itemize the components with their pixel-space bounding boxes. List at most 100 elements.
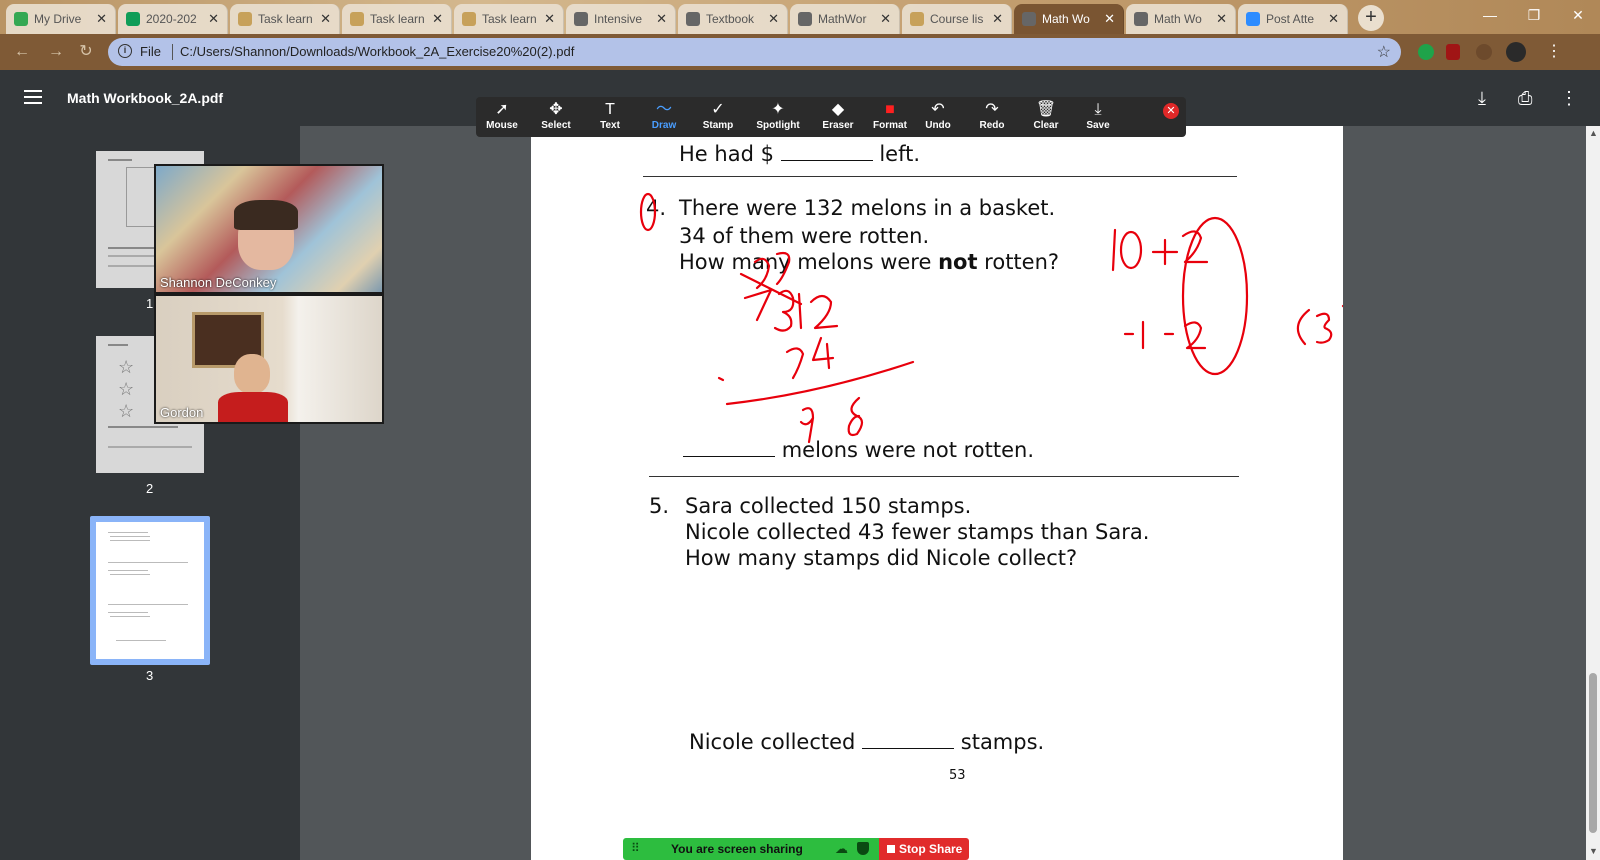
- thumbnail-page-3[interactable]: [96, 522, 204, 659]
- ink-annotations-layer: [639, 192, 1343, 444]
- thumbnail-number: 1: [146, 296, 154, 311]
- annotation-tool-select[interactable]: ✥ Select: [530, 100, 582, 131]
- bookmark-star-icon[interactable]: ☆: [1377, 42, 1391, 62]
- tab-label: MathWor: [818, 12, 867, 26]
- ink-underline: [725, 360, 915, 406]
- draw-icon: 〜: [655, 101, 672, 118]
- select-move-icon: ✥: [549, 101, 563, 118]
- tab-label: Post Atte: [1266, 12, 1315, 26]
- participant-name: Gordon: [160, 405, 204, 420]
- tool-label: Save: [1086, 120, 1110, 131]
- ink-digit: [811, 336, 835, 370]
- globe-icon: [574, 12, 588, 26]
- tab-close-icon[interactable]: ✕: [1104, 11, 1115, 27]
- browser-tab[interactable]: Task learn ✕: [342, 4, 452, 34]
- tab-close-icon[interactable]: ✕: [880, 11, 891, 27]
- eraser-icon: ◆: [831, 101, 845, 118]
- save-download-icon: ⤓: [1094, 101, 1102, 118]
- profile-avatar[interactable]: [1506, 42, 1526, 62]
- browser-tab[interactable]: 2020-202 ✕: [118, 4, 228, 34]
- tab-close-icon[interactable]: ✕: [320, 11, 331, 27]
- tool-label: Text: [600, 120, 620, 131]
- browser-tab[interactable]: Math Wo ✕: [1126, 4, 1236, 34]
- extension-ublock-icon[interactable]: [1446, 44, 1460, 60]
- avatar: [234, 354, 270, 394]
- tab-close-icon[interactable]: ✕: [992, 11, 1003, 27]
- annotation-tool-spotlight[interactable]: ✦ Spotlight: [752, 100, 804, 131]
- sharing-status-panel[interactable]: ⠿ You are screen sharing ☁: [623, 838, 879, 860]
- shield-icon: [857, 842, 869, 855]
- tab-close-icon[interactable]: ✕: [208, 11, 219, 27]
- annotation-tool-save[interactable]: ⤓ Save: [1072, 100, 1124, 131]
- annotation-tool-draw[interactable]: 〜 Draw: [638, 100, 690, 131]
- trash-icon: 🗑: [1035, 101, 1057, 118]
- new-tab-button[interactable]: +: [1358, 5, 1384, 31]
- extension-puzzle-icon[interactable]: [1476, 44, 1492, 60]
- zoom-icon: [1246, 12, 1260, 26]
- ink-paren: [1296, 308, 1311, 346]
- ink-digit: [1123, 320, 1145, 350]
- undo-icon: ↶: [931, 101, 945, 118]
- ink-digit: [1119, 230, 1143, 270]
- browser-tab[interactable]: Task learn ✕: [454, 4, 564, 34]
- scheme-label: File: [140, 44, 161, 59]
- browser-tab[interactable]: Task learn ✕: [230, 4, 340, 34]
- close-annotation-icon[interactable]: ✕: [1163, 103, 1179, 119]
- tab-close-icon[interactable]: ✕: [96, 11, 107, 27]
- browser-tab[interactable]: Post Atte ✕: [1238, 4, 1348, 34]
- scroll-up-icon[interactable]: ▲: [1589, 128, 1598, 138]
- browser-tab[interactable]: Math Wo ✕: [1014, 4, 1124, 34]
- url-text[interactable]: C:/Users/Shannon/Downloads/Workbook_2A_E…: [180, 44, 574, 59]
- restore-icon[interactable]: ❐: [1512, 0, 1556, 30]
- ink-digit: [797, 292, 803, 330]
- site-info-icon[interactable]: i: [118, 44, 132, 58]
- tab-label: Task learn: [370, 12, 425, 26]
- annotation-tool-text[interactable]: T Text: [584, 100, 636, 131]
- sharing-status-text: You are screen sharing: [671, 842, 803, 856]
- tab-close-icon[interactable]: ✕: [768, 11, 779, 27]
- browser-menu-icon[interactable]: ⋮: [1544, 42, 1564, 62]
- drag-handle-icon[interactable]: ⠿: [631, 841, 640, 855]
- ink-oval: [1181, 216, 1249, 376]
- annotation-tool-clear[interactable]: 🗑 Clear: [1020, 100, 1072, 131]
- browser-tab[interactable]: Textbook ✕: [678, 4, 788, 34]
- sidebar-menu-icon[interactable]: [24, 90, 42, 104]
- ink-strike: [739, 272, 803, 306]
- annotation-tool-eraser[interactable]: ◆ Eraser: [812, 100, 864, 131]
- annotation-tool-redo[interactable]: ↷ Redo: [966, 100, 1018, 131]
- scroll-down-icon[interactable]: ▼: [1589, 846, 1598, 856]
- reload-icon[interactable]: ↻: [76, 42, 96, 62]
- tab-close-icon[interactable]: ✕: [432, 11, 443, 27]
- forward-icon[interactable]: →: [46, 42, 66, 62]
- close-window-icon[interactable]: ✕: [1556, 0, 1600, 30]
- tab-close-icon[interactable]: ✕: [656, 11, 667, 27]
- back-icon[interactable]: ←: [12, 42, 32, 62]
- redo-icon: ↷: [985, 101, 999, 118]
- tab-close-icon[interactable]: ✕: [1328, 11, 1339, 27]
- browser-tab[interactable]: Intensive ✕: [566, 4, 676, 34]
- tool-label: Draw: [651, 120, 677, 131]
- more-options-icon[interactable]: ⋮: [1560, 88, 1578, 109]
- text-icon: T: [605, 101, 615, 118]
- tab-close-icon[interactable]: ✕: [544, 11, 555, 27]
- browser-tab[interactable]: MathWor ✕: [790, 4, 900, 34]
- print-icon[interactable]: ⎙: [1518, 88, 1532, 109]
- vertical-scrollbar[interactable]: ▲ ▼: [1586, 126, 1600, 860]
- scroll-thumb[interactable]: [1589, 673, 1597, 833]
- video-tile-gordon[interactable]: Gordon: [154, 294, 384, 424]
- minimize-icon[interactable]: —: [1468, 0, 1512, 30]
- ink-digit: [1111, 228, 1117, 272]
- annotation-tool-mouse[interactable]: ➚ Mouse: [476, 100, 528, 131]
- video-tile-shannon[interactable]: Shannon DeConkey: [154, 164, 384, 294]
- annotation-tool-stamp[interactable]: ✓ Stamp: [692, 100, 744, 131]
- annotation-tool-format[interactable]: ■ Format: [864, 100, 916, 131]
- extension-evernote-icon[interactable]: [1418, 44, 1434, 60]
- browser-tab[interactable]: My Drive ✕: [6, 4, 116, 34]
- browser-tab[interactable]: Course lis ✕: [902, 4, 1012, 34]
- annotation-tool-undo[interactable]: ↶ Undo: [912, 100, 964, 131]
- tab-close-icon[interactable]: ✕: [1216, 11, 1227, 27]
- address-bar[interactable]: i File C:/Users/Shannon/Downloads/Workbo…: [108, 38, 1401, 66]
- download-icon[interactable]: ⤓: [1478, 88, 1486, 109]
- hair: [234, 200, 298, 230]
- stop-share-button[interactable]: Stop Share: [879, 838, 969, 860]
